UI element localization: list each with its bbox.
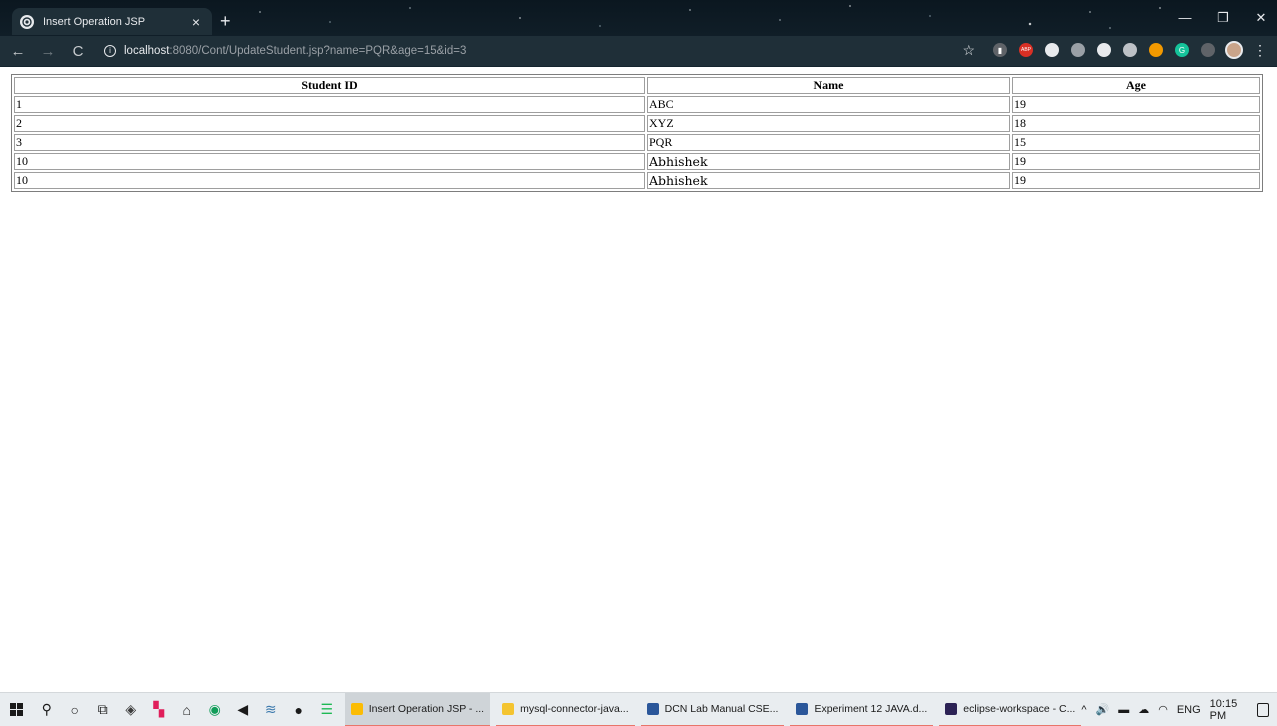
restore-button[interactable]: ❐: [1215, 10, 1231, 26]
extensions-bar: ▮ ABP G: [993, 43, 1215, 57]
maps-icon[interactable]: ◉: [201, 693, 229, 726]
tray-overflow-icon[interactable]: ^: [1081, 704, 1086, 716]
slack-icon[interactable]: ▚: [145, 693, 173, 726]
circle-icon[interactable]: [1123, 43, 1137, 57]
pages-icon[interactable]: ▮: [993, 43, 1007, 57]
students-table: Student ID Name Age 1 ABC 19 2 XYZ 18 3 …: [11, 74, 1263, 192]
language-indicator[interactable]: ENG: [1177, 704, 1201, 716]
task-explorer-icon: [502, 702, 515, 715]
task-eclipse[interactable]: eclipse-workspace - C...: [939, 693, 1082, 726]
python-icon[interactable]: ≋: [257, 693, 285, 726]
notification-center-icon[interactable]: [1257, 702, 1269, 717]
tab-close-icon[interactable]: ×: [188, 14, 204, 30]
window-controls: — ❐ ✕: [1177, 10, 1269, 26]
tab-title: Insert Operation JSP: [43, 15, 146, 28]
table-header-row: Student ID Name Age: [14, 77, 1260, 94]
grammarly-icon[interactable]: G: [1175, 43, 1189, 57]
cortana-icon[interactable]: ○: [61, 693, 89, 726]
task-eclipse-icon: [945, 702, 958, 715]
doc-icon[interactable]: [1201, 43, 1215, 57]
header-student-id: Student ID: [14, 77, 645, 94]
cell-name: ABC: [647, 96, 1010, 113]
window-close-button[interactable]: ✕: [1253, 10, 1269, 26]
cell-name: PQR: [647, 134, 1010, 151]
obs-icon[interactable]: ●: [285, 693, 313, 726]
system-tray: ^ 🔊 ▬ ☁ ◠ ENG 10:15 PM: [1081, 698, 1277, 722]
cell-age: 19: [1012, 172, 1260, 189]
task-word-exp-icon: [796, 702, 809, 715]
volume-icon[interactable]: 🔊: [1096, 703, 1110, 716]
cell-student-id: 10: [14, 172, 645, 189]
page-content: Student ID Name Age 1 ABC 19 2 XYZ 18 3 …: [0, 67, 1277, 692]
cell-age: 19: [1012, 96, 1260, 113]
cell-student-id: 10: [14, 153, 645, 170]
open-tasks: Insert Operation JSP - ... mysql-connecto…: [344, 692, 1082, 726]
task-word-exp[interactable]: Experiment 12 JAVA.d...: [790, 693, 934, 726]
table-row: 10 Abhishek 19: [14, 153, 1260, 170]
cell-student-id: 1: [14, 96, 645, 113]
table-row: 1 ABC 19: [14, 96, 1260, 113]
puzzle-icon[interactable]: [1071, 43, 1085, 57]
task-view-icon[interactable]: ⧉: [89, 693, 117, 726]
cell-age: 19: [1012, 153, 1260, 170]
spotify-icon[interactable]: ☰: [313, 693, 341, 726]
task-label: Experiment 12 JAVA.d...: [814, 702, 928, 715]
header-name: Name: [647, 77, 1010, 94]
browser-tab[interactable]: Insert Operation JSP ×: [12, 8, 212, 35]
task-label: Insert Operation JSP - ...: [368, 702, 485, 715]
cell-name: XYZ: [647, 115, 1010, 132]
task-label: DCN Lab Manual CSE...: [664, 702, 779, 715]
wifi-icon[interactable]: ◠: [1158, 703, 1168, 716]
cell-student-id: 3: [14, 134, 645, 151]
minimize-button[interactable]: —: [1177, 10, 1193, 26]
site-info-icon[interactable]: i: [104, 45, 116, 57]
flame-icon[interactable]: [1149, 43, 1163, 57]
task-word-dcn-icon: [646, 702, 659, 715]
search-icon[interactable]: ⚲: [33, 693, 61, 726]
address-bar[interactable]: i localhost:8080/Cont/UpdateStudent.jsp?…: [98, 39, 948, 63]
vscode-icon[interactable]: ◈: [117, 693, 145, 726]
cell-student-id: 2: [14, 115, 645, 132]
new-tab-button[interactable]: +: [220, 11, 231, 32]
start-button[interactable]: [0, 693, 33, 726]
url-path: :8080/Cont/UpdateStudent.jsp?name=PQR&ag…: [169, 45, 467, 57]
cell-name: Abhishek: [647, 153, 1010, 170]
back-button[interactable]: ←: [6, 43, 30, 60]
url-host: localhost: [124, 45, 170, 57]
reload-button[interactable]: C: [66, 43, 90, 60]
bookmark-star-icon[interactable]: ☆: [962, 42, 975, 59]
browser-menu-icon[interactable]: ⋮: [1253, 42, 1267, 59]
pinned-apps: ⚲ ○ ⧉ ◈ ▚ ⌂ ◉ ◀ ≋ ● ☰: [33, 693, 341, 726]
header-age: Age: [1012, 77, 1260, 94]
tab-favicon-icon: [20, 14, 34, 29]
task-label: mysql-connector-java...: [520, 702, 629, 715]
task-explorer[interactable]: mysql-connector-java...: [496, 693, 635, 726]
speed-icon[interactable]: [1045, 43, 1059, 57]
check-icon[interactable]: [1097, 43, 1111, 57]
table-row: 2 XYZ 18: [14, 115, 1260, 132]
windows-logo-icon: [9, 703, 23, 716]
task-chrome[interactable]: Insert Operation JSP - ...: [344, 692, 491, 726]
browser-toolbar: ← → C i localhost:8080/Cont/UpdateStuden…: [0, 36, 1277, 66]
profile-avatar[interactable]: [1225, 41, 1243, 59]
store-icon[interactable]: ⌂: [173, 693, 201, 726]
task-chrome-icon: [350, 702, 363, 715]
cell-age: 15: [1012, 134, 1260, 151]
media-icon[interactable]: ◀: [229, 693, 257, 726]
adblock-icon[interactable]: ABP: [1019, 43, 1033, 57]
clock[interactable]: 10:15 PM: [1210, 698, 1243, 722]
toolbar-actions: ☆ ▮ ABP G ⋮: [962, 41, 1267, 59]
onedrive-icon[interactable]: ☁: [1138, 703, 1149, 716]
forward-button[interactable]: →: [36, 43, 60, 60]
windows-taskbar: ⚲ ○ ⧉ ◈ ▚ ⌂ ◉ ◀ ≋ ● ☰ Insert Operation JSP - ... my…: [0, 692, 1277, 726]
cell-age: 18: [1012, 115, 1260, 132]
battery-icon[interactable]: ▬: [1118, 704, 1129, 716]
task-word-dcn[interactable]: DCN Lab Manual CSE...: [640, 693, 785, 726]
table-row: 3 PQR 15: [14, 134, 1260, 151]
browser-chrome: Insert Operation JSP × + — ❐ ✕ ← → C i l…: [0, 0, 1277, 67]
cell-name: Abhishek: [647, 172, 1010, 189]
task-label: eclipse-workspace - C...: [963, 702, 1076, 715]
table-row: 10 Abhishek 19: [14, 172, 1260, 189]
